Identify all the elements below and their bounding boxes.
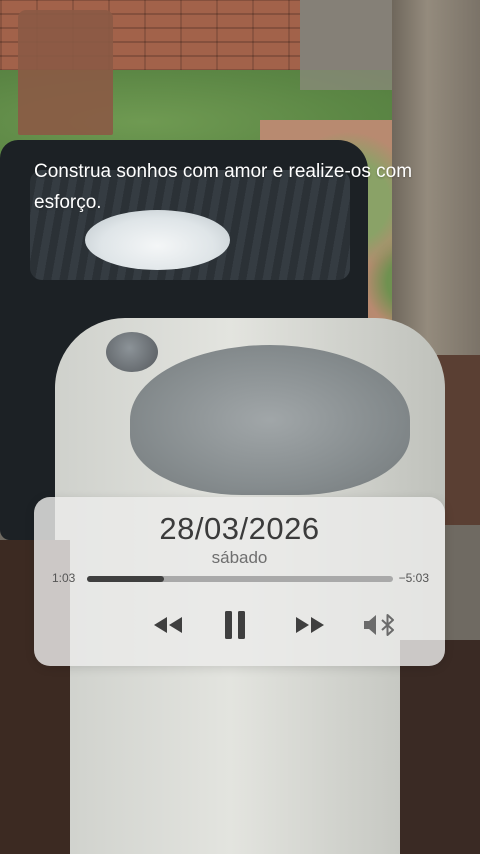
pause-icon bbox=[225, 611, 245, 639]
remaining-time: −5:03 bbox=[398, 571, 429, 585]
progress-fill bbox=[87, 576, 164, 582]
background-photo bbox=[0, 0, 480, 854]
rewind-button[interactable] bbox=[148, 608, 188, 642]
fast-forward-button[interactable] bbox=[290, 608, 330, 642]
progress-track[interactable] bbox=[87, 576, 393, 582]
washer-lid bbox=[130, 345, 410, 495]
media-player-widget: 28/03/2026 sábado 1:03 −5:03 bbox=[34, 497, 445, 666]
bluetooth-speaker-icon bbox=[364, 614, 394, 636]
foam bbox=[85, 210, 230, 270]
weekday-label: sábado bbox=[211, 548, 268, 567]
elapsed-time: 1:03 bbox=[52, 571, 76, 585]
fast-forward-icon bbox=[296, 617, 324, 633]
chair bbox=[18, 10, 113, 135]
floor-right bbox=[400, 640, 480, 854]
caption-text: Construa sonhos com amor e realize-os co… bbox=[34, 161, 413, 213]
washer-knob bbox=[106, 332, 158, 372]
date-label: 28/03/2026 bbox=[159, 511, 320, 546]
pause-button[interactable] bbox=[220, 608, 250, 642]
audio-output-button[interactable] bbox=[360, 608, 398, 642]
rewind-icon bbox=[154, 617, 182, 633]
